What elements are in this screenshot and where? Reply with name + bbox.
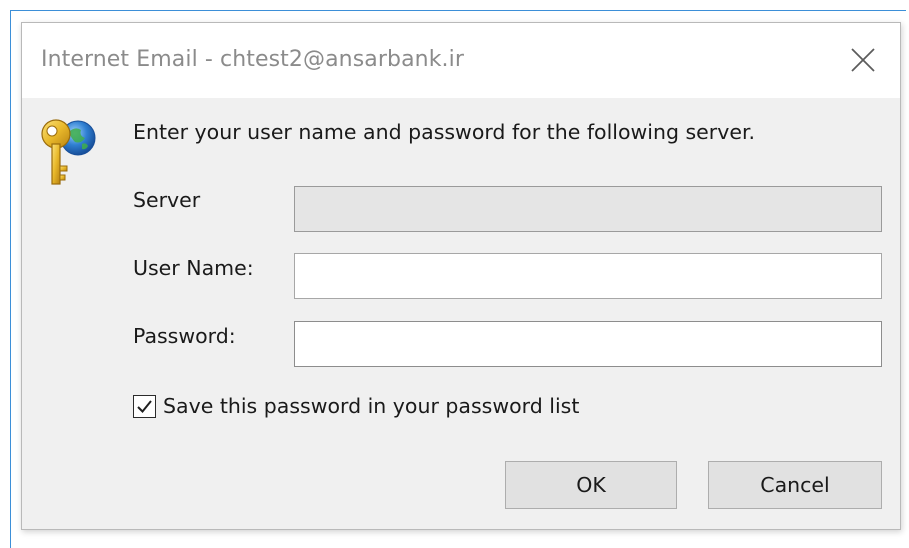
close-icon (851, 48, 875, 72)
password-label: Password: (133, 324, 236, 348)
password-field[interactable] (294, 321, 882, 367)
server-label: Server (133, 188, 201, 212)
close-button[interactable] (840, 37, 886, 83)
credentials-dialog: Internet Email - chtest2@ansarbank.ir En… (21, 22, 901, 530)
checkmark-icon (137, 399, 152, 413)
username-field[interactable] (294, 253, 882, 299)
cancel-button[interactable]: Cancel (708, 461, 882, 509)
save-password-checkbox[interactable]: Save this password in your password list (133, 390, 579, 422)
ok-button[interactable]: OK (505, 461, 677, 509)
title-bar[interactable]: Internet Email - chtest2@ansarbank.ir (22, 23, 900, 98)
dialog-title: Internet Email - chtest2@ansarbank.ir (41, 47, 464, 72)
checkbox-box[interactable] (133, 394, 156, 418)
key-globe-icon (41, 119, 96, 185)
save-password-label: Save this password in your password list (163, 394, 580, 418)
server-field[interactable] (294, 186, 882, 232)
instruction-text: Enter your user name and password for th… (133, 120, 756, 144)
username-label: User Name: (133, 256, 254, 280)
